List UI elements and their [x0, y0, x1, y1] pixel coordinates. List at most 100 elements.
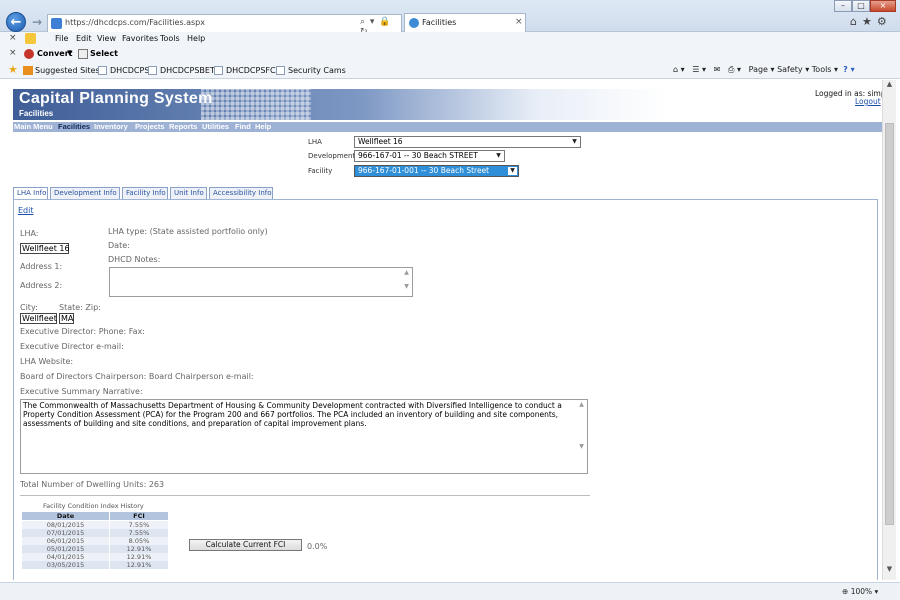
convert-dropdown-icon[interactable]: ▼ — [67, 49, 72, 57]
tab-title: Facilities — [422, 18, 457, 27]
menu-edit[interactable]: Edit — [76, 34, 92, 43]
help-icon[interactable]: ? ▾ — [843, 65, 854, 74]
menu-help[interactable]: Help — [187, 34, 205, 43]
select-icon — [78, 49, 88, 59]
close-menubar-icon[interactable]: × — [9, 33, 17, 43]
fci-value-cell: 12.91% — [108, 561, 170, 569]
favorites-star-icon[interactable]: ★ — [8, 63, 18, 76]
fav-suggested-sites[interactable]: Suggested Sites ▾ — [35, 66, 106, 75]
tab-facility-info[interactable]: Facility Info — [122, 187, 168, 199]
nav-main-menu[interactable]: Main Menu — [14, 122, 53, 131]
chevron-down-icon: ▾ — [874, 587, 879, 596]
menu-bar: × File Edit View Favorites Tools Help — [0, 32, 900, 47]
back-arrow-icon: ← — [10, 14, 22, 30]
menu-file[interactable]: File — [55, 34, 68, 43]
development-select[interactable]: 966-167-01 -- 30 Beach STREET ▼ — [354, 150, 505, 162]
close-window-button[interactable]: × — [870, 0, 896, 12]
menu-tools[interactable]: Tools — [160, 34, 180, 43]
nav-find[interactable]: Find — [235, 122, 251, 131]
narrative-text: The Commonwealth of Massachusetts Depart… — [23, 401, 562, 429]
fav-page-icon — [214, 66, 223, 75]
lha-select-label: LHA — [308, 138, 322, 146]
facility-select[interactable]: 966-167-01-001 -- 30 Beach Street ▼ — [354, 165, 519, 177]
state-zip-label: State: Zip: — [59, 303, 101, 312]
menu-favorites[interactable]: Favorites — [122, 34, 158, 43]
table-row: 03/05/2015 12.91% — [21, 561, 170, 569]
nav-facilities[interactable]: Facilities — [58, 122, 90, 131]
textarea-scrollbar[interactable]: ▲ ▼ — [577, 401, 586, 472]
fav-security-cams[interactable]: Security Cams — [288, 66, 346, 75]
dwelling-units-text: Total Number of Dwelling Units: 263 — [20, 480, 165, 489]
convert-pdf-icon — [24, 49, 34, 59]
feeds-icon[interactable]: ☰ ▾ — [692, 65, 706, 74]
status-bar: ⊕ 100% ▾ — [0, 582, 900, 600]
scroll-thumb[interactable] — [885, 123, 894, 525]
nav-help[interactable]: Help — [255, 122, 271, 131]
chevron-down-icon: ▼ — [572, 138, 577, 145]
facility-select-label: Facility — [308, 167, 333, 175]
minimize-button[interactable]: – — [834, 0, 852, 12]
lha-select-value: Wellfleet 16 — [358, 137, 403, 146]
url-text[interactable]: https://dhcdcps.com/Facilities.aspx — [65, 18, 205, 27]
mail-icon[interactable]: ✉ — [714, 65, 721, 74]
facility-select-value: 966-167-01-001 -- 30 Beach Street — [358, 166, 490, 175]
menu-view[interactable]: View — [97, 34, 116, 43]
lha-select[interactable]: Wellfleet 16 ▼ — [354, 136, 581, 148]
calculate-fci-button[interactable]: Calculate Current FCI — [189, 539, 302, 551]
textarea-scrollbar[interactable]: ▲ ▼ — [402, 269, 411, 295]
browser-tab[interactable]: Facilities × — [404, 13, 526, 33]
home-icon[interactable]: ⌂ ▾ — [673, 65, 685, 74]
app-title: Capital Planning System — [19, 90, 213, 107]
website-label: LHA Website: — [20, 357, 74, 366]
lha-label: LHA: — [20, 229, 39, 238]
divider — [20, 495, 590, 496]
fci-history-table: Date FCI 08/01/2015 7.55% 07/01/2015 7.55%… — [21, 511, 170, 569]
feedback-icon[interactable] — [25, 33, 36, 44]
tab-accessibility-info[interactable]: Accessibility Info — [209, 187, 273, 199]
date-label: Date: — [108, 241, 130, 250]
home-favorites-settings-icons[interactable]: ⌂★⚙ — [850, 15, 892, 28]
close-toolbar-icon[interactable]: × — [9, 48, 17, 58]
nav-inventory[interactable]: Inventory — [94, 122, 128, 131]
print-icon[interactable]: ⎙ ▾ — [728, 65, 741, 74]
fci-col-fci: FCI — [108, 511, 170, 521]
nav-utilities[interactable]: Utilities — [202, 122, 229, 131]
tab-development-info[interactable]: Development Info — [50, 187, 120, 199]
chevron-down-icon: ▼ — [496, 152, 501, 159]
fci-value-cell: 7.55% — [108, 529, 170, 537]
window-controls: – □ × — [834, 0, 896, 12]
scroll-down-icon[interactable]: ▼ — [883, 565, 896, 577]
dhcd-notes-textarea[interactable]: ▲ ▼ — [109, 267, 413, 297]
forward-button[interactable]: → — [30, 15, 44, 29]
edit-link[interactable]: Edit — [18, 206, 34, 215]
browser-title-bar: ← → https://dhcdcps.com/Facilities.aspx … — [0, 0, 900, 37]
exec-director-label: Executive Director: Phone: Fax: — [20, 327, 145, 336]
command-bar[interactable]: ⌂ ▾ ☰ ▾ ✉ ⎙ ▾ Page ▾ Safety ▾ Tools ▾ ? … — [673, 65, 855, 75]
nav-reports[interactable]: Reports — [169, 122, 197, 131]
tab-unit-info[interactable]: Unit Info — [170, 187, 207, 199]
development-select-label: Development — [308, 152, 356, 160]
page-safety-tools-menus[interactable]: Page ▾ Safety ▾ Tools ▾ — [749, 65, 838, 74]
fci-date-cell: 04/01/2015 — [21, 553, 110, 561]
fav-dhcdcpsbeta[interactable]: DHCDCPSBETA — [160, 66, 220, 75]
fci-value-cell: 7.55% — [108, 520, 170, 529]
tab-lha-info[interactable]: LHA Info — [13, 187, 48, 199]
lha-value: Wellfleet 16 — [20, 243, 70, 254]
fav-page-icon — [148, 66, 157, 75]
address-bar[interactable]: https://dhcdcps.com/Facilities.aspx ⌕ ▾ … — [47, 14, 402, 37]
maximize-button[interactable]: □ — [852, 0, 870, 12]
back-button[interactable]: ← — [6, 12, 26, 32]
scroll-up-icon[interactable]: ▲ — [883, 80, 896, 92]
fav-dhcdcps[interactable]: DHCDCPS — [110, 66, 149, 75]
fci-date-cell: 03/05/2015 — [21, 561, 110, 569]
select-button[interactable]: Select — [90, 49, 118, 58]
development-select-value: 966-167-01 -- 30 Beach STREET — [358, 151, 478, 160]
page-scrollbar[interactable]: ▲ ▼ — [882, 80, 896, 580]
narrative-textarea[interactable]: The Commonwealth of Massachusetts Depart… — [20, 399, 588, 474]
logout-link[interactable]: Logout — [855, 97, 881, 106]
tab-close-icon[interactable]: × — [515, 17, 523, 27]
zoom-control[interactable]: ⊕ 100% ▾ — [842, 587, 878, 596]
fci-value-cell: 12.91% — [108, 545, 170, 553]
nav-projects[interactable]: Projects — [135, 122, 165, 131]
fav-dhcdcpsfca[interactable]: DHCDCPSFCA — [226, 66, 281, 75]
